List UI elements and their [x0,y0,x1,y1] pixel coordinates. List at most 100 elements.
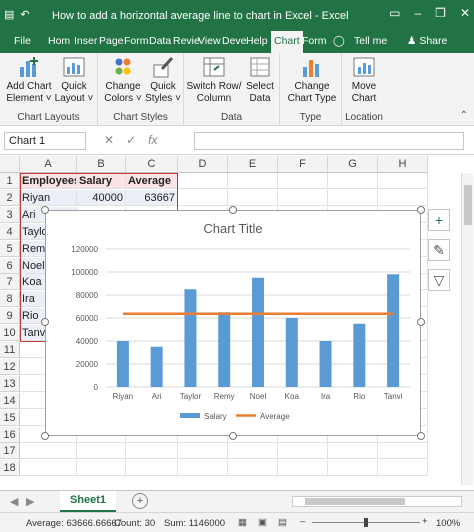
cell-a1[interactable]: Employees [20,173,77,189]
sheet-tab-sheet1[interactable]: Sheet1 [60,491,116,512]
tab-data[interactable]: Data [149,35,171,47]
name-box[interactable]: Chart 1 [4,132,86,150]
cell-b1[interactable]: Salary [77,173,126,189]
tab-help[interactable]: Help [246,35,268,47]
switch-row-column-button[interactable]: Switch Row/ Column [186,55,242,105]
resize-handle-tl[interactable] [41,206,49,214]
resize-handle-br[interactable] [417,432,425,440]
row-header-4[interactable]: 4 [0,223,20,240]
zoom-in-button[interactable]: + [422,516,428,527]
chart-elements-button[interactable]: + [428,209,450,231]
column-header-b[interactable]: B [77,156,126,173]
column-header-d[interactable]: D [178,156,228,173]
resize-handle-r[interactable] [417,318,425,326]
undo-icon[interactable]: ↶ [20,8,29,21]
row-header-18[interactable]: 18 [0,460,20,477]
page-layout-view-icon[interactable]: ▣ [258,517,267,528]
cancel-icon[interactable]: ✕ [104,133,114,147]
horizontal-scroll-thumb[interactable] [305,498,405,505]
cell-a2[interactable]: Riyan [20,189,77,206]
tab-page-layout[interactable]: Page [99,35,124,47]
cell-d17[interactable] [178,443,228,460]
tab-review[interactable]: Revie [173,35,200,47]
bar[interactable] [252,277,264,387]
close-button[interactable]: ✕ [460,6,470,20]
cell-e1[interactable] [228,173,278,189]
cell-g2[interactable] [328,189,378,206]
row-header-1[interactable]: 1 [0,173,20,189]
move-chart-button[interactable]: Move Chart [344,55,384,105]
quick-styles-button[interactable]: Quick Styles ˅ [144,55,182,105]
save-icon[interactable]: ▤ [4,8,14,21]
restore-button[interactable]: ❐ [435,6,446,20]
ribbon-display-icon[interactable]: ▭ [389,6,400,20]
change-colors-button[interactable]: Change Colors ˅ [102,55,144,105]
cell-h2[interactable] [378,189,428,206]
tab-home[interactable]: Hom [48,35,70,47]
cell-h18[interactable] [378,460,428,477]
cell-g1[interactable] [328,173,378,189]
vertical-scrollbar[interactable] [461,173,473,485]
column-header-c[interactable]: C [126,156,178,173]
cell-e18[interactable] [228,460,278,477]
row-header-15[interactable]: 15 [0,409,20,426]
resize-handle-t[interactable] [229,206,237,214]
tab-insert[interactable]: Inser [74,35,97,47]
cell-f1[interactable] [278,173,328,189]
chart-area[interactable]: Chart Title 0 20000 40000 60000 80000 100000 1… [45,210,421,436]
row-header-8[interactable]: 8 [0,291,20,308]
row-header-5[interactable]: 5 [0,240,20,257]
cell-d2[interactable] [178,189,228,206]
bar[interactable] [319,341,332,387]
normal-view-icon[interactable]: ▦ [238,517,247,528]
zoom-out-button[interactable]: – [300,516,305,527]
select-all-corner[interactable] [0,156,20,173]
row-header-3[interactable]: 3 [0,206,20,223]
bar[interactable] [218,312,231,387]
vertical-scroll-thumb[interactable] [464,185,472,225]
column-header-a[interactable]: A [20,156,77,173]
tab-formulas[interactable]: Form [124,35,149,47]
tab-developer[interactable]: Deve [222,35,247,47]
chart-styles-button[interactable]: ✎ [428,239,450,261]
insert-function-icon[interactable]: fx [148,133,157,147]
cell-c1[interactable]: Average [126,173,178,189]
tab-view[interactable]: View [198,35,221,47]
cell-a17[interactable] [20,443,77,460]
cell-c17[interactable] [126,443,178,460]
row-header-12[interactable]: 12 [0,358,20,375]
bar[interactable] [353,323,366,387]
bar[interactable] [116,341,129,387]
formula-input[interactable] [194,132,464,150]
cell-b18[interactable] [77,460,126,477]
cell-g18[interactable] [328,460,378,477]
cell-c18[interactable] [126,460,178,477]
cell-h1[interactable] [378,173,428,189]
cell-b2[interactable]: 40000 [77,189,126,206]
page-break-view-icon[interactable]: ▤ [278,517,287,528]
column-header-f[interactable]: F [278,156,328,173]
new-sheet-button[interactable]: + [132,493,148,509]
zoom-level[interactable]: 100% [436,518,460,529]
row-header-9[interactable]: 9 [0,308,20,325]
cell-h17[interactable] [378,443,428,460]
row-header-17[interactable]: 17 [0,443,20,460]
column-header-e[interactable]: E [228,156,278,173]
row-header-13[interactable]: 13 [0,375,20,392]
zoom-slider-thumb[interactable] [364,518,368,527]
resize-handle-bl[interactable] [41,432,49,440]
resize-handle-b[interactable] [229,432,237,440]
bar[interactable] [387,274,400,387]
column-header-g[interactable]: G [328,156,378,173]
tell-me-input[interactable]: Tell me [354,35,387,47]
row-header-6[interactable]: 6 [0,257,20,274]
cell-f2[interactable] [278,189,328,206]
cell-e17[interactable] [228,443,278,460]
row-header-11[interactable]: 11 [0,342,20,358]
change-chart-type-button[interactable]: Change Chart Type [284,55,340,105]
cell-g17[interactable] [328,443,378,460]
bar[interactable] [184,289,197,387]
column-header-h[interactable]: H [378,156,428,173]
tab-file[interactable]: File [14,35,31,47]
resize-handle-tr[interactable] [417,206,425,214]
